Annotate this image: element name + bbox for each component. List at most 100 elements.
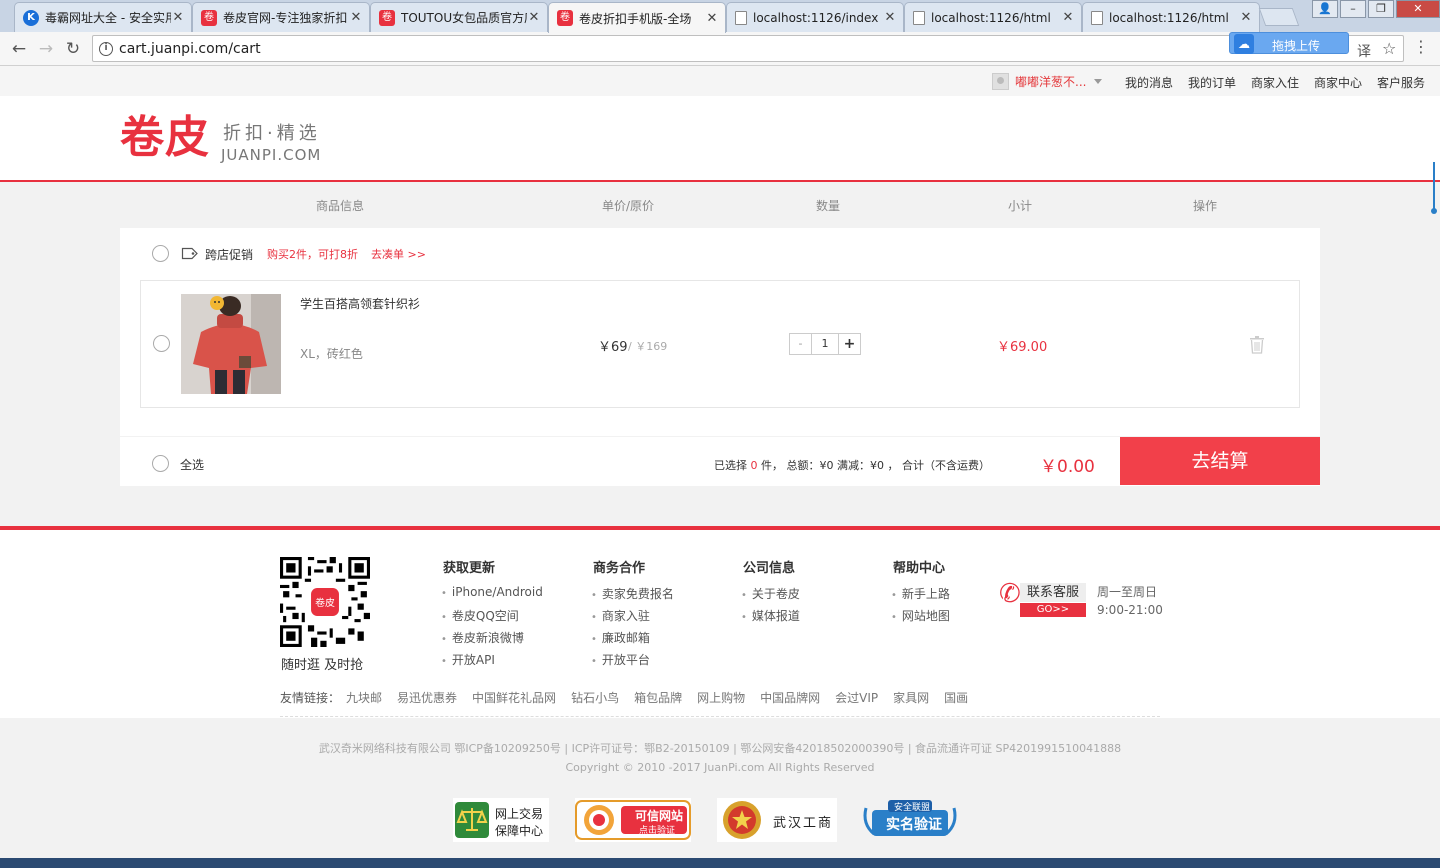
- footer-link[interactable]: 卷皮QQ空间: [441, 607, 543, 629]
- user-profile-icon[interactable]: 👤: [1312, 0, 1338, 18]
- trash-icon[interactable]: [1249, 336, 1265, 354]
- bookmark-star-icon[interactable]: ☆: [1382, 39, 1396, 58]
- address-bar[interactable]: i cart.juanpi.com/cart ☁ 拖拽上传 译 ☆: [92, 32, 1404, 62]
- friend-link[interactable]: 中国品牌网: [760, 689, 820, 716]
- friend-link[interactable]: 九块邮: [346, 689, 382, 716]
- footer-link[interactable]: 廉政邮箱: [591, 629, 674, 651]
- realname-verify-badge[interactable]: 安全联盟 实名验证: [858, 798, 962, 842]
- footer-link[interactable]: 开放API: [441, 651, 543, 673]
- item-checkbox[interactable]: [153, 335, 170, 352]
- friend-link[interactable]: 钻石小鸟: [571, 689, 619, 716]
- scroll-indicator[interactable]: [1431, 162, 1437, 218]
- friend-link[interactable]: 国画: [944, 689, 968, 716]
- minimize-icon[interactable]: –: [1340, 0, 1366, 18]
- col-head-quantity: 数量: [816, 199, 841, 213]
- tab-duba[interactable]: K 毒霸网址大全 - 安全实用的网址导航 ✕: [14, 2, 192, 32]
- tab-localhost-html-1[interactable]: localhost:1126/html ✕: [904, 2, 1082, 32]
- logo-slogan: 折扣·精选: [223, 123, 321, 144]
- browser-menu-icon[interactable]: ⋮: [1413, 38, 1429, 56]
- close-icon[interactable]: ✕: [527, 10, 541, 25]
- footer-col-title: 帮助中心: [893, 561, 946, 576]
- trade-guarantee-badge[interactable]: 网上交易 保障中心: [453, 798, 549, 842]
- trade-badge-line2: 保障中心: [495, 824, 544, 838]
- product-spec: XL，砖红色: [300, 347, 363, 361]
- phone-icon: ✆: [999, 579, 1021, 609]
- col-head-product: 商品信息: [316, 199, 365, 213]
- close-icon[interactable]: ✕: [171, 10, 185, 25]
- selected-count: 0: [750, 459, 758, 472]
- back-icon[interactable]: ←: [8, 38, 30, 60]
- product-image[interactable]: [181, 294, 281, 394]
- reload-icon[interactable]: ↻: [62, 38, 84, 60]
- friend-link[interactable]: 易迅优惠券: [397, 689, 457, 716]
- footer-link[interactable]: iPhone/Android: [441, 585, 543, 607]
- gongshang-badge[interactable]: 武汉工商: [717, 798, 837, 842]
- footer-link[interactable]: 媒体报道: [741, 607, 800, 629]
- close-icon[interactable]: ✕: [883, 10, 897, 25]
- quantity-decrease-button[interactable]: -: [790, 334, 812, 354]
- tab-juanpi-mobile[interactable]: 卷 卷皮折扣手机版-全场 ✕: [548, 2, 726, 33]
- close-icon[interactable]: ✕: [1239, 10, 1253, 25]
- promo-link[interactable]: 去凑单 >>: [371, 246, 426, 262]
- tab-title: TOUTOU女包品质官方店: [401, 11, 527, 25]
- caret-down-icon[interactable]: [1094, 79, 1103, 84]
- unit-price: ￥69: [598, 340, 628, 355]
- friend-links: 友情链接： 九块邮 易迅优惠券 中国鲜花礼品网 钻石小鸟 箱包品牌 网上购物 中…: [280, 689, 1160, 717]
- select-all-label[interactable]: 全选: [180, 456, 204, 473]
- restore-icon[interactable]: ❐: [1368, 0, 1394, 18]
- footer-link[interactable]: 卖家免费报名: [591, 585, 674, 607]
- forward-icon[interactable]: →: [35, 38, 57, 60]
- quantity-increase-button[interactable]: +: [838, 334, 860, 354]
- os-taskbar: [0, 858, 1440, 868]
- username[interactable]: 嘟嘟洋葱不...: [1015, 73, 1086, 90]
- col-head-subtotal: 小计: [1008, 199, 1033, 213]
- new-tab-button[interactable]: [1258, 8, 1300, 26]
- footer-link[interactable]: 开放平台: [591, 651, 674, 673]
- tab-toutou[interactable]: 卷 TOUTOU女包品质官方店 ✕: [370, 2, 548, 32]
- tab-localhost-index[interactable]: localhost:1126/index ✕: [726, 2, 904, 32]
- promo-text: 购买2件，可打8折: [267, 248, 358, 261]
- friend-links-label: 友情链接：: [280, 691, 341, 705]
- info-icon[interactable]: i: [99, 42, 113, 56]
- tab-title: 卷皮官网-专注独家折扣: [223, 11, 348, 25]
- checkout-button[interactable]: 去结算: [1120, 437, 1320, 485]
- window-close-icon[interactable]: ✕: [1396, 0, 1440, 18]
- close-icon[interactable]: ✕: [1061, 10, 1075, 25]
- footer-col-business: 商务合作 卖家免费报名 商家入驻 廉政邮箱 开放平台: [591, 557, 674, 673]
- contact-service-button[interactable]: 联系客服: [1020, 583, 1086, 602]
- quantity-stepper: - 1 +: [789, 333, 861, 355]
- friend-link[interactable]: 会过VIP: [835, 689, 878, 716]
- friend-link[interactable]: 网上购物: [697, 689, 745, 716]
- close-icon[interactable]: ✕: [349, 10, 363, 25]
- footer-link[interactable]: 网站地图: [891, 607, 950, 629]
- promo-group-checkbox[interactable]: [152, 245, 169, 262]
- link-merchant-center[interactable]: 商家中心: [1314, 74, 1362, 91]
- translate-icon[interactable]: 译: [1357, 41, 1371, 61]
- quantity-input[interactable]: 1: [812, 334, 838, 354]
- credible-site-badge[interactable]: 可信网站 点击验证: [575, 798, 691, 842]
- drag-upload-button[interactable]: ☁ 拖拽上传: [1229, 32, 1349, 54]
- friend-link[interactable]: 家具网: [893, 689, 929, 716]
- product-name[interactable]: 学生百搭高领套针织衫: [300, 295, 420, 312]
- scroll-thumb[interactable]: [1431, 208, 1437, 214]
- link-merchant-join[interactable]: 商家入住: [1251, 74, 1299, 91]
- footer-link[interactable]: 新手上路: [891, 585, 950, 607]
- friend-link[interactable]: 箱包品牌: [634, 689, 682, 716]
- contact-service-go[interactable]: GO>>: [1020, 603, 1086, 617]
- friend-link[interactable]: 中国鲜花礼品网: [472, 689, 556, 716]
- footer-link[interactable]: 关于卷皮: [741, 585, 800, 607]
- tab-title: localhost:1126/index: [753, 10, 879, 25]
- logo-text[interactable]: 卷皮: [120, 112, 210, 164]
- user-menu[interactable]: 嘟嘟洋葱不...: [992, 73, 1103, 90]
- select-all-checkbox[interactable]: [152, 455, 169, 472]
- footer-link[interactable]: 卷皮新浪微博: [441, 629, 543, 651]
- tab-juanpi-official[interactable]: 卷 卷皮官网-专注独家折扣 ✕: [192, 2, 370, 32]
- footer-col-updates: 获取更新 iPhone/Android 卷皮QQ空间 卷皮新浪微博 开放API: [441, 557, 543, 673]
- realname-badge-label: 实名验证: [886, 817, 942, 833]
- close-icon[interactable]: ✕: [705, 11, 719, 26]
- link-customer-service[interactable]: 客户服务: [1377, 74, 1425, 91]
- link-my-orders[interactable]: 我的订单: [1188, 74, 1236, 91]
- link-my-messages[interactable]: 我的消息: [1125, 74, 1173, 91]
- footer-link[interactable]: 商家入驻: [591, 607, 674, 629]
- tab-localhost-html-2[interactable]: localhost:1126/html ✕: [1082, 2, 1260, 32]
